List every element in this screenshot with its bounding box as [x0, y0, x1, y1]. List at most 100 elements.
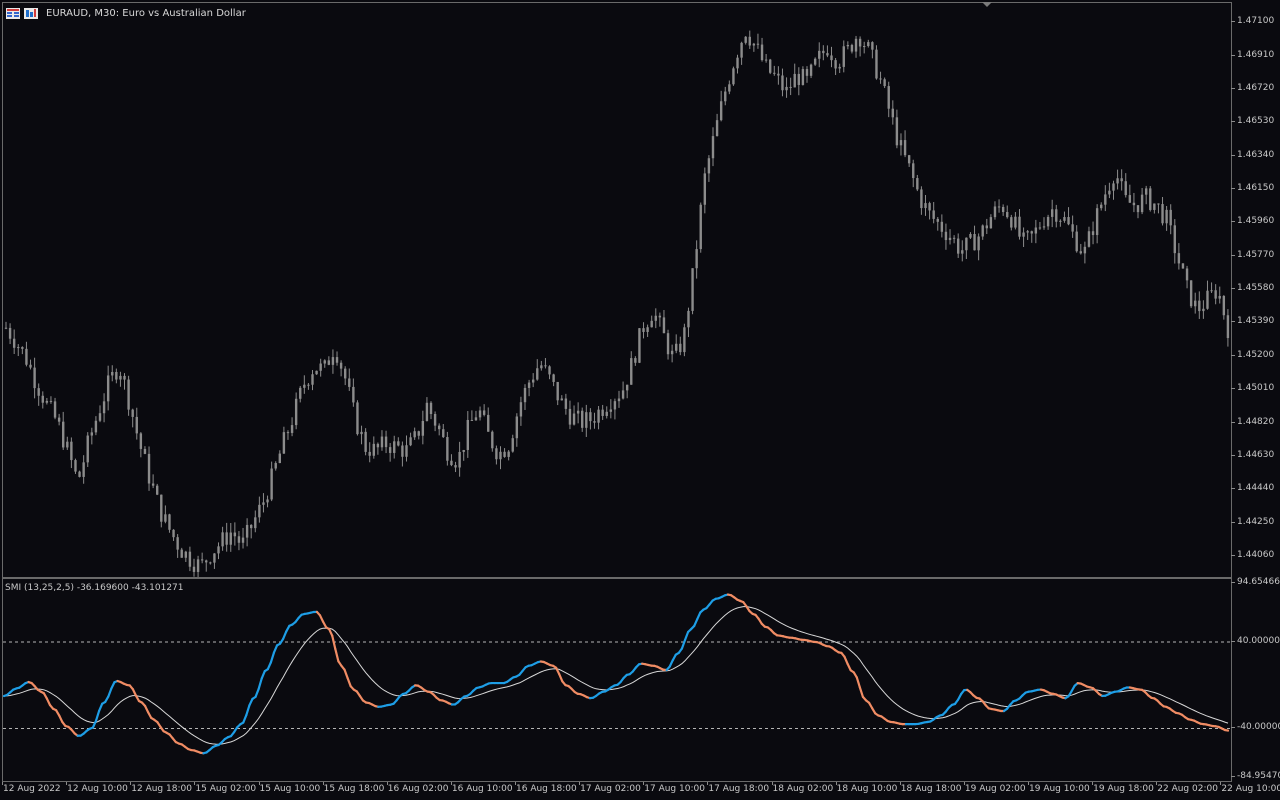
candle	[196, 555, 200, 577]
candle	[111, 365, 114, 382]
candle	[180, 547, 183, 558]
candle	[356, 400, 359, 436]
candle	[1022, 227, 1025, 247]
price-scale-label: 1.45960	[1237, 216, 1275, 227]
candle	[1108, 182, 1111, 199]
candle	[818, 42, 821, 68]
candle	[409, 432, 412, 447]
candle	[1198, 291, 1201, 319]
candle	[724, 86, 727, 106]
candle	[119, 371, 122, 387]
time-axis-label: 16 Aug 02:00	[387, 784, 449, 794]
candle	[977, 233, 980, 261]
candle	[184, 550, 188, 563]
candle	[307, 382, 310, 390]
smi-line-segment	[693, 617, 699, 628]
candle	[90, 427, 94, 445]
smi-line-segment	[242, 713, 248, 724]
price-scale[interactable]: 1.47100 1.46910 1.46720 1.46530 1.46340 1.461…	[1231, 2, 1280, 578]
candle	[621, 381, 625, 400]
candle	[12, 329, 16, 355]
candle	[127, 375, 130, 416]
smi-line-segment	[97, 702, 104, 713]
candle	[658, 312, 662, 327]
candle	[589, 408, 592, 430]
candle	[613, 398, 617, 420]
calendar-grid-icon[interactable]	[6, 7, 20, 19]
candle	[417, 430, 420, 440]
price-scale-tick	[1231, 421, 1235, 423]
candle	[834, 57, 837, 76]
candle	[123, 373, 126, 390]
indicator-scale[interactable]: 94.654663 40.000000 -40.000000 -84.954700	[1231, 577, 1280, 782]
candle	[8, 323, 12, 345]
price-scale-label: 1.45390	[1237, 316, 1275, 327]
smi-indicator-pane[interactable]	[2, 578, 1232, 782]
candle	[98, 405, 102, 423]
candle	[266, 495, 269, 508]
candle	[944, 223, 948, 250]
candle	[478, 406, 482, 421]
price-scale-tick	[1231, 188, 1235, 190]
smi-signal-line	[3, 605, 1229, 745]
candle	[920, 186, 923, 215]
candle	[209, 561, 212, 565]
chart-shift-marker-icon[interactable]	[982, 2, 992, 7]
candle	[286, 430, 290, 440]
candle	[1132, 192, 1136, 213]
candle	[78, 470, 81, 478]
candle	[650, 315, 653, 328]
candle	[748, 30, 751, 49]
time-axis[interactable]: 12 Aug 2022 12 Aug 10:00 12 Aug 18:00 15 Au…	[0, 782, 1280, 800]
candle	[1112, 180, 1115, 200]
time-axis-label: 22 Aug 02:00	[1157, 784, 1218, 794]
candle	[1034, 219, 1038, 244]
candle	[433, 411, 437, 432]
time-axis-label: 17 Aug 02:00	[580, 784, 641, 794]
candle	[1157, 203, 1160, 214]
candle	[605, 406, 608, 419]
one-click-trading-icon[interactable]	[24, 7, 38, 19]
candle	[793, 63, 796, 88]
smi-line-segment	[107, 687, 113, 698]
candle	[634, 356, 637, 366]
indicator-scale-label: 94.654663	[1237, 577, 1280, 587]
candle	[57, 413, 61, 426]
smi-line-segment	[257, 677, 263, 691]
candle	[711, 127, 715, 167]
candle	[1018, 209, 1021, 240]
candle	[822, 45, 825, 61]
price-scale-tick	[1231, 221, 1235, 223]
candle	[1210, 282, 1213, 294]
candle	[384, 430, 388, 454]
candle	[282, 426, 286, 454]
candlestick-chart	[4, 30, 1230, 577]
candle	[254, 510, 257, 533]
time-axis-label: 12 Aug 2022	[3, 784, 61, 794]
candle	[474, 410, 478, 421]
candle	[801, 66, 805, 86]
smi-line-segment	[346, 676, 352, 688]
candle	[732, 66, 735, 86]
candle	[1136, 205, 1140, 219]
time-axis-label: 17 Aug 18:00	[708, 784, 770, 794]
candle	[969, 232, 972, 240]
candle	[1067, 207, 1070, 226]
candle	[638, 328, 641, 364]
candle	[826, 45, 829, 58]
smi-line-segment	[343, 668, 349, 680]
candle	[1214, 284, 1217, 305]
price-chart-pane[interactable]	[2, 2, 1232, 578]
price-scale-label: 1.46530	[1237, 116, 1275, 127]
candle	[903, 130, 907, 158]
candle	[429, 401, 433, 420]
candle	[368, 442, 371, 463]
candle	[200, 552, 204, 564]
candle	[871, 41, 874, 59]
candle	[1050, 199, 1054, 228]
price-scale-label: 1.44820	[1237, 416, 1275, 427]
candle	[507, 450, 510, 461]
candle	[523, 384, 527, 410]
candle	[437, 423, 441, 436]
indicator-scale-label: -84.954700	[1237, 771, 1280, 781]
